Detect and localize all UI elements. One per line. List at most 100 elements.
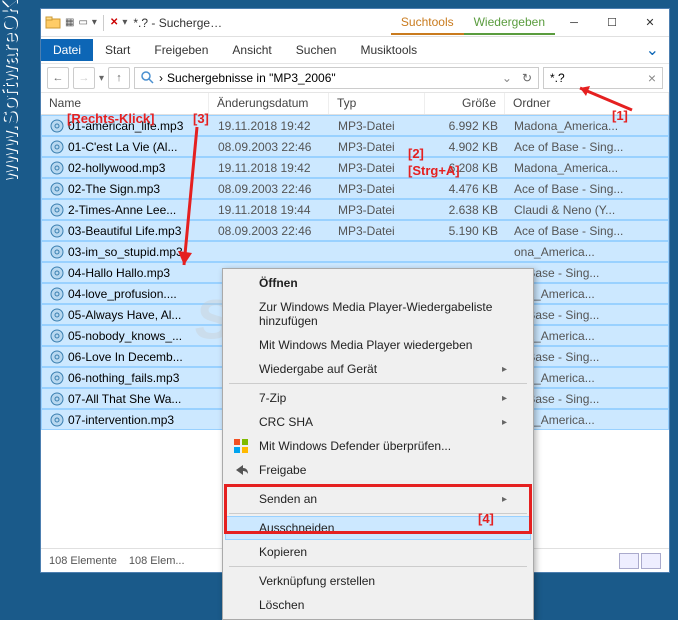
start-tab[interactable]: Start [93,39,142,61]
cell-folder: ona_America... [506,245,668,259]
cell-size: 6.208 KB [426,161,506,175]
breadcrumb[interactable]: › Suchergebnisse in "MP3_2006" ⌄ ↻ [134,67,539,89]
cell-size: 2.638 KB [426,203,506,217]
search-result-icon [141,71,155,85]
cell-size: 4.476 KB [426,182,506,196]
cell-date: 19.11.2018 19:44 [210,203,330,217]
ctx-crc[interactable]: CRC SHA▸ [225,410,531,434]
table-row[interactable]: 03-im_so_stupid.mp3 ona_America... [41,241,669,262]
cell-name: 01-C'est La Vie (Al... [42,140,210,154]
separator [229,383,527,384]
qat-new-icon[interactable]: ▭ [78,17,87,28]
qat-dropdown-icon[interactable]: ▾ [92,17,97,28]
ctx-copy[interactable]: Kopieren [225,540,531,564]
ctx-cut[interactable]: Ausschneiden [225,516,531,540]
cell-folder: Ace of Base - Sing... [506,182,668,196]
title-bar: ▦ ▭ ▾ ✕ ▾ *.? - Sucherge… Suchtools Wied… [41,9,669,37]
cell-name: 04-Hallo Hallo.mp3 [42,266,210,280]
details-view-button[interactable] [619,553,639,569]
breadcrumb-dropdown-icon[interactable]: ⌄ [502,71,512,85]
cell-name: 01-american_life.mp3 [42,119,210,133]
cell-name: 02-The Sign.mp3 [42,182,210,196]
table-row[interactable]: 2-Times-Anne Lee...19.11.2018 19:44MP3-D… [41,199,669,220]
separator [103,15,104,31]
cell-name: 03-im_so_stupid.mp3 [42,245,210,259]
forward-button[interactable]: → [73,67,95,89]
context-menu: Öffnen Zur Windows Media Player-Wiederga… [222,268,534,620]
ctx-device[interactable]: Wiedergabe auf Gerät▸ [225,357,531,381]
table-row[interactable]: 02-The Sign.mp308.09.2003 22:46MP3-Datei… [41,178,669,199]
file-tab[interactable]: Datei [41,39,93,61]
cell-name: 07-intervention.mp3 [42,413,210,427]
qat-more-icon[interactable]: ▾ [122,17,127,28]
back-button[interactable]: ← [47,67,69,89]
close-button[interactable]: ✕ [631,10,669,36]
cell-folder: Claudi & Neno (Y... [506,203,668,217]
col-name[interactable]: Name [41,93,209,114]
cell-name: 03-Beautiful Life.mp3 [42,224,210,238]
play-tools-tab[interactable]: Wiedergeben [464,11,555,35]
ctx-open[interactable]: Öffnen [225,271,531,295]
cell-folder: Madona_America... [506,161,668,175]
cell-name: 06-nothing_fails.mp3 [42,371,210,385]
cell-type: MP3-Datei [330,119,426,133]
ctx-wmp-add[interactable]: Zur Windows Media Player-Wiedergabeliste… [225,295,531,333]
thumbnails-view-button[interactable] [641,553,661,569]
table-row[interactable]: 01-american_life.mp319.11.2018 19:42MP3-… [41,115,669,136]
ctx-share[interactable]: Freigabe [225,458,531,482]
cell-type: MP3-Datei [330,182,426,196]
search-input[interactable]: *.? × [543,67,663,89]
cell-name: 2-Times-Anne Lee... [42,203,210,217]
ctx-delete[interactable]: Löschen [225,593,531,617]
window-title: *.? - Sucherge… [133,16,391,30]
defender-icon [233,438,249,454]
col-folder[interactable]: Ordner [505,93,669,114]
item-count: 108 Elemente [49,555,117,567]
cell-type: MP3-Datei [330,140,426,154]
clear-search-icon[interactable]: × [648,70,656,86]
separator [229,566,527,567]
ctx-7zip[interactable]: 7-Zip▸ [225,386,531,410]
cell-date: 08.09.2003 22:46 [210,140,330,154]
cell-name: 07-All That She Wa... [42,392,210,406]
qat-props-icon[interactable]: ▦ [65,17,74,28]
view-buttons [619,553,661,569]
col-type[interactable]: Typ [329,93,425,114]
history-dropdown-icon[interactable]: ▾ [99,73,104,84]
ctx-defender[interactable]: Mit Windows Defender überprüfen... [225,434,531,458]
music-tab[interactable]: Musiktools [348,39,429,61]
cell-name: 05-Always Have, Al... [42,308,210,322]
table-row[interactable]: 02-hollywood.mp319.11.2018 19:42MP3-Date… [41,157,669,178]
search-tools-tab[interactable]: Suchtools [391,11,464,35]
ctx-wmp-play[interactable]: Mit Windows Media Player wiedergeben [225,333,531,357]
cell-name: 04-love_profusion.... [42,287,210,301]
minimize-button[interactable]: ─ [555,10,593,36]
cell-folder: Ace of Base - Sing... [506,224,668,238]
up-button[interactable]: ↑ [108,67,130,89]
cell-size: 5.190 KB [426,224,506,238]
ctx-shortcut[interactable]: Verknüpfung erstellen [225,569,531,593]
maximize-button[interactable]: ☐ [593,10,631,36]
cell-size: 6.992 KB [426,119,506,133]
cell-folder: Madona_America... [506,119,668,133]
ctx-sendto[interactable]: Senden an▸ [225,487,531,511]
refresh-icon[interactable]: ↻ [522,71,532,85]
search-tab[interactable]: Suchen [284,39,349,61]
ribbon-expand-icon[interactable]: ⌄ [636,40,669,60]
cell-name: 02-hollywood.mp3 [42,161,210,175]
table-row[interactable]: 03-Beautiful Life.mp308.09.2003 22:46MP3… [41,220,669,241]
contextual-tabs: Suchtools Wiedergeben [391,11,555,35]
close-x-icon[interactable]: ✕ [110,17,118,28]
share-tab[interactable]: Freigeben [142,39,220,61]
view-tab[interactable]: Ansicht [220,39,283,61]
cell-folder: Ace of Base - Sing... [506,140,668,154]
breadcrumb-sep: › [159,71,163,85]
address-bar: ← → ▾ ↑ › Suchergebnisse in "MP3_2006" ⌄… [41,63,669,93]
col-size[interactable]: Größe [425,93,505,114]
col-date[interactable]: Änderungsdatum [209,93,329,114]
search-value: *.? [550,71,565,85]
separator [229,513,527,514]
cell-type: MP3-Datei [330,161,426,175]
table-row[interactable]: 01-C'est La Vie (Al...08.09.2003 22:46MP… [41,136,669,157]
cell-date: 19.11.2018 19:42 [210,161,330,175]
